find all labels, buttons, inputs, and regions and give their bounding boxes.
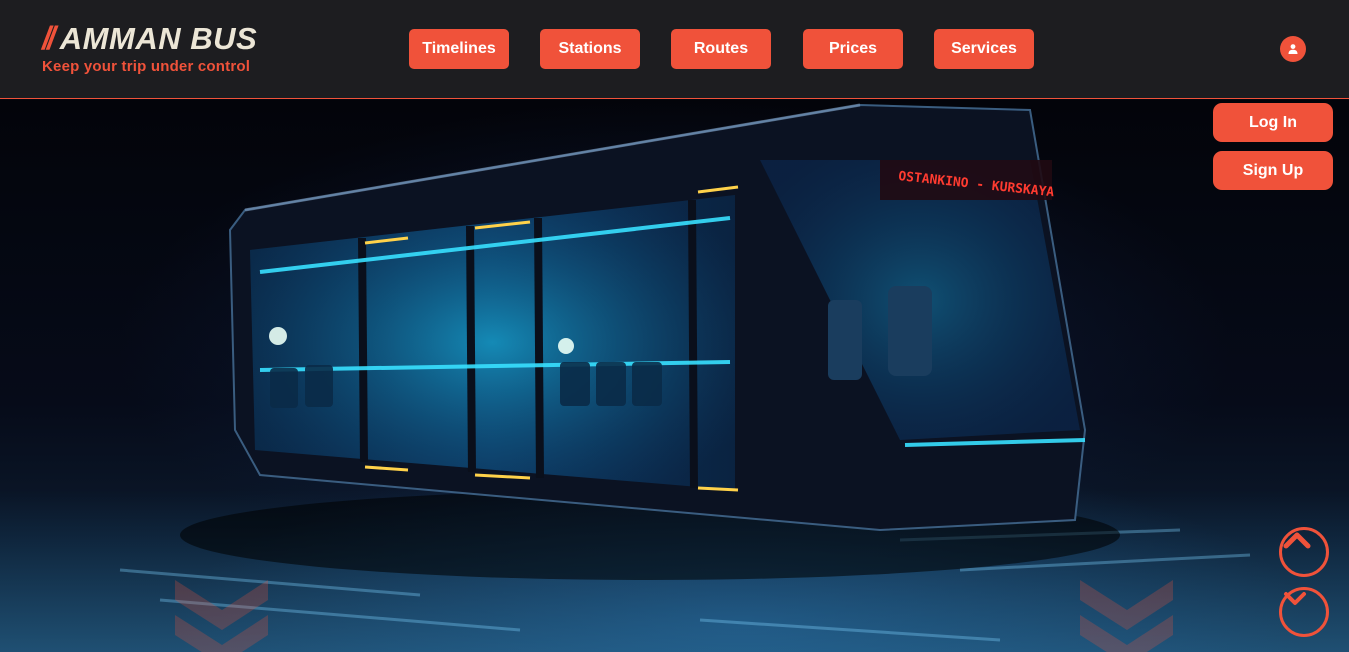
logo-slash: // <box>42 20 56 56</box>
nav-prices-button[interactable]: Prices <box>803 29 903 69</box>
logo[interactable]: // AMMAN BUS Keep your trip under contro… <box>42 20 257 75</box>
scroll-down-button[interactable] <box>1279 587 1329 637</box>
nav-services-button[interactable]: Services <box>934 29 1034 69</box>
nav-routes-button[interactable]: Routes <box>671 29 771 69</box>
signup-button[interactable]: Sign Up <box>1213 151 1333 190</box>
logo-wordmark: // AMMAN BUS <box>42 20 257 57</box>
chevron-up-icon <box>1283 532 1311 549</box>
chevron-down-icon <box>1284 592 1306 605</box>
login-button[interactable]: Log In <box>1213 103 1333 142</box>
logo-tagline: Keep your trip under control <box>42 58 251 75</box>
nav-timelines-button[interactable]: Timelines <box>409 29 509 69</box>
user-icon <box>1288 44 1298 54</box>
hero-section: OSTANKINO - KURSKAYA Log In Sign Up <box>0 100 1349 652</box>
user-menu-button[interactable] <box>1280 36 1306 62</box>
logo-title: AMMAN BUS <box>59 21 258 56</box>
scroll-up-button[interactable] <box>1279 527 1329 577</box>
site-header: // AMMAN BUS Keep your trip under contro… <box>0 0 1349 99</box>
hero-bus-image: OSTANKINO - KURSKAYA <box>0 103 1349 652</box>
nav-stations-button[interactable]: Stations <box>540 29 640 69</box>
